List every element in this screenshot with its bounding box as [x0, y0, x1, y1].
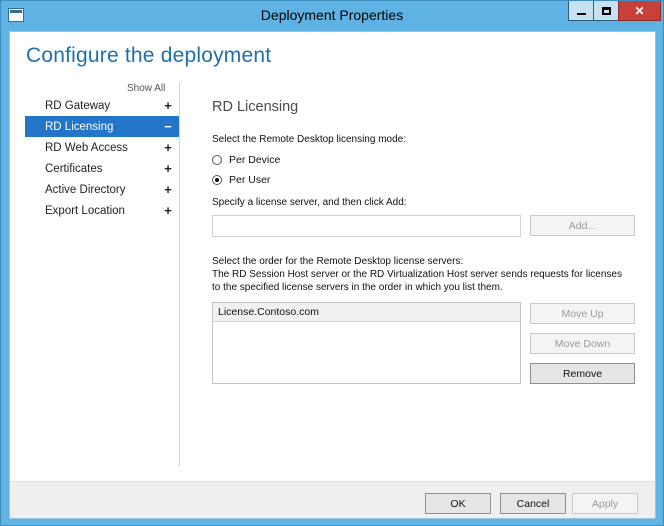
- license-server-list[interactable]: License.Contoso.com: [212, 302, 521, 384]
- nav-item-label: RD Web Access: [45, 141, 128, 154]
- close-button[interactable]: ✕: [618, 1, 661, 21]
- per-user-label: Per User: [229, 174, 271, 186]
- per-device-option[interactable]: Per Device: [212, 153, 280, 167]
- license-order-description-cont: to the specified license servers in the …: [212, 282, 503, 293]
- nav-item-active-directory[interactable]: Active Directory +: [25, 179, 179, 200]
- expand-plus-icon[interactable]: +: [157, 203, 179, 218]
- maximize-button[interactable]: [593, 1, 619, 21]
- license-order-description: The RD Session Host server or the RD Vir…: [212, 269, 622, 280]
- license-server-input[interactable]: [212, 215, 521, 237]
- nav-item-rd-web-access[interactable]: RD Web Access +: [25, 137, 179, 158]
- nav-item-label: RD Gateway: [45, 99, 111, 112]
- nav-divider: [179, 82, 180, 466]
- add-button[interactable]: Add...: [530, 215, 635, 236]
- page-title: Configure the deployment: [26, 44, 272, 67]
- deployment-properties-window: Deployment Properties ✕ Configure the de…: [0, 0, 664, 526]
- title-bar[interactable]: Deployment Properties ✕: [1, 1, 663, 31]
- nav-item-rd-licensing[interactable]: RD Licensing −: [25, 116, 179, 137]
- ok-button[interactable]: OK: [425, 493, 491, 514]
- move-up-button[interactable]: Move Up: [530, 303, 635, 324]
- per-user-option[interactable]: Per User: [212, 173, 270, 187]
- cancel-button[interactable]: Cancel: [500, 493, 566, 514]
- per-device-radio[interactable]: [212, 155, 222, 165]
- expand-plus-icon[interactable]: +: [157, 161, 179, 176]
- move-down-button[interactable]: Move Down: [530, 333, 635, 354]
- expand-plus-icon[interactable]: +: [157, 98, 179, 113]
- apply-button[interactable]: Apply: [572, 493, 638, 514]
- dialog-client-area: Configure the deployment Show All RD Gat…: [9, 31, 656, 519]
- remove-button[interactable]: Remove: [530, 363, 635, 384]
- nav-item-label: Certificates: [45, 162, 103, 175]
- collapse-minus-icon[interactable]: −: [157, 119, 179, 134]
- nav-item-label: RD Licensing: [45, 120, 114, 133]
- expand-plus-icon[interactable]: +: [157, 140, 179, 155]
- maximize-icon: [601, 6, 611, 15]
- nav-item-certificates[interactable]: Certificates +: [25, 158, 179, 179]
- section-title: RD Licensing: [212, 99, 299, 115]
- minimize-button[interactable]: [568, 1, 594, 21]
- per-user-radio[interactable]: [212, 175, 222, 185]
- license-server-prompt: Specify a license server, and then click…: [212, 197, 407, 208]
- show-all-link[interactable]: Show All: [127, 83, 165, 94]
- nav-item-export-location[interactable]: Export Location +: [25, 200, 179, 221]
- license-order-prompt: Select the order for the Remote Desktop …: [212, 256, 464, 267]
- close-icon: ✕: [634, 3, 645, 18]
- nav-item-rd-gateway[interactable]: RD Gateway +: [25, 95, 179, 116]
- dialog-footer: OK Cancel Apply: [10, 481, 655, 518]
- minimize-icon: [576, 12, 586, 15]
- window-title: Deployment Properties: [260, 7, 404, 23]
- list-item[interactable]: License.Contoso.com: [213, 303, 520, 322]
- per-device-label: Per Device: [229, 154, 281, 166]
- nav-item-label: Active Directory: [45, 183, 126, 196]
- nav-item-label: Export Location: [45, 204, 125, 217]
- licensing-mode-prompt: Select the Remote Desktop licensing mode…: [212, 134, 406, 145]
- expand-plus-icon[interactable]: +: [157, 182, 179, 197]
